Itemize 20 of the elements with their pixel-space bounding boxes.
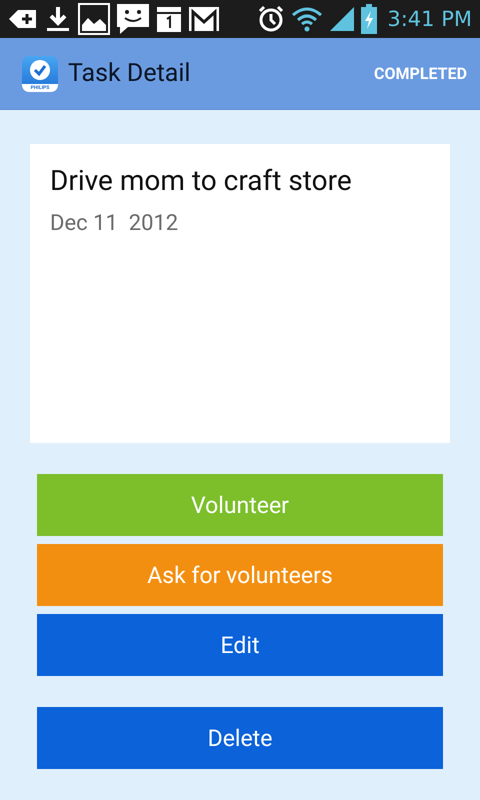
signal-icon	[329, 6, 356, 32]
completed-button[interactable]: COMPLETED	[374, 58, 467, 89]
mail-icon	[188, 6, 220, 32]
check-circle-icon	[29, 58, 51, 80]
action-button[interactable]: Ask for volunteers	[37, 544, 443, 606]
wifi-icon	[291, 6, 324, 32]
image-icon	[78, 3, 110, 35]
chat-smiley-icon	[116, 3, 150, 35]
screen-title: Task Detail	[68, 59, 192, 88]
calendar-icon	[156, 5, 182, 33]
download-icon	[44, 5, 72, 33]
task-date: Dec 11 2012	[50, 211, 180, 236]
alarm-clock-icon	[257, 5, 286, 33]
action-button[interactable]: Edit	[37, 614, 443, 676]
add-tab-icon	[8, 8, 38, 30]
battery-charging-icon	[361, 4, 378, 34]
status-time: 3:41 PM	[387, 7, 472, 31]
task-title: Drive mom to craft store	[50, 164, 353, 197]
action-button[interactable]: Delete	[37, 707, 443, 769]
action-button[interactable]: Volunteer	[37, 474, 443, 536]
